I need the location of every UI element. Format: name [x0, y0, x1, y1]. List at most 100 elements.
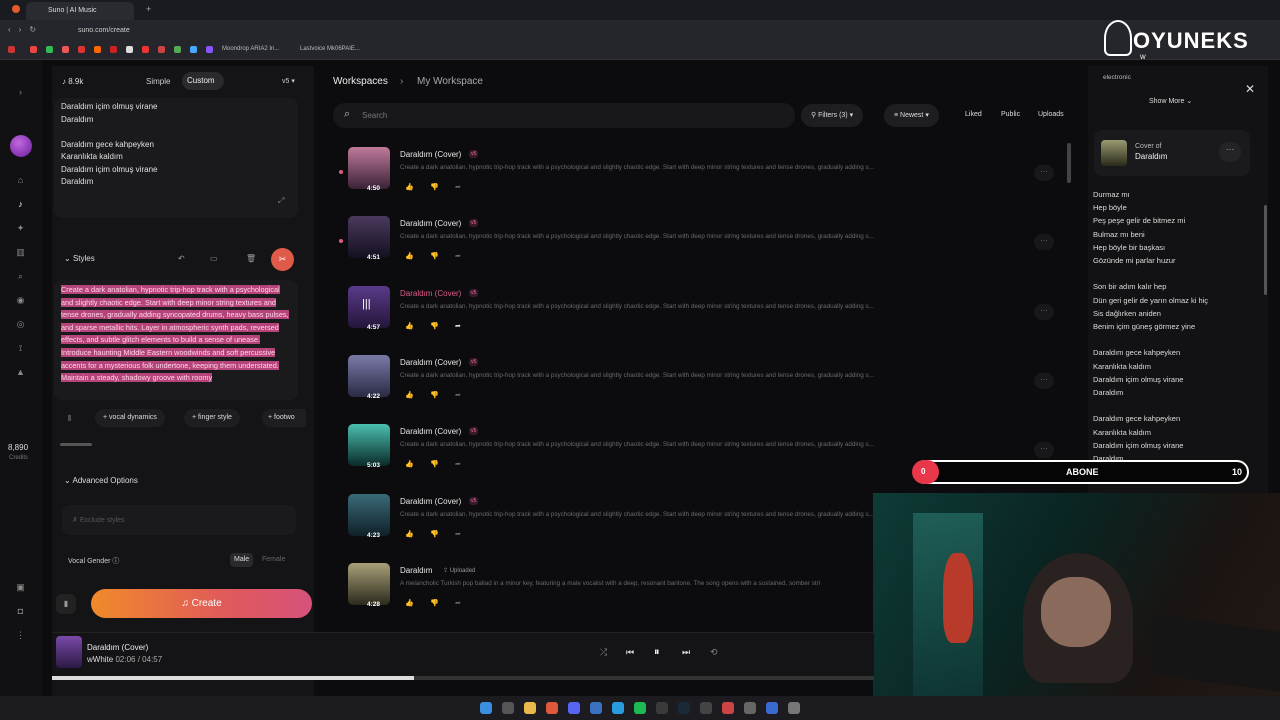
discord-icon[interactable]: [568, 702, 580, 714]
close-icon[interactable]: ✕: [1245, 82, 1255, 96]
bookmark-icon[interactable]: [94, 46, 101, 53]
dislike-icon[interactable]: 👎: [430, 530, 439, 538]
app-icon[interactable]: [656, 702, 668, 714]
share-icon[interactable]: ➦: [455, 391, 461, 399]
bookmark-icon[interactable]: [110, 46, 117, 53]
library-icon[interactable]: ▥: [15, 247, 26, 258]
bookmark-icon[interactable]: [30, 46, 37, 53]
avatar[interactable]: [10, 135, 32, 157]
share-icon[interactable]: ➦: [455, 322, 461, 330]
chip-finger-style[interactable]: + finger style: [184, 409, 240, 427]
new-tab-icon[interactable]: +: [146, 4, 151, 14]
share-icon[interactable]: ➦: [455, 252, 461, 260]
dislike-icon[interactable]: 👎: [430, 391, 439, 399]
song-cover[interactable]: [348, 216, 390, 259]
chip-footwork[interactable]: + footwo: [262, 409, 306, 427]
bookmark-icon[interactable]: [126, 46, 133, 53]
version-select[interactable]: v5 ▾: [282, 77, 295, 85]
app-icon[interactable]: [766, 702, 778, 714]
bookmark-icon[interactable]: [62, 46, 69, 53]
next-icon[interactable]: ⏭: [682, 647, 690, 658]
now-playing-cover[interactable]: [56, 636, 82, 668]
clear-icon[interactable]: ▮: [56, 594, 76, 614]
song-title[interactable]: Daraldım (Cover): [400, 427, 461, 436]
song-more-icon[interactable]: …: [1034, 165, 1054, 181]
now-playing-title[interactable]: Daraldım (Cover): [87, 643, 148, 652]
dislike-icon[interactable]: 👎: [430, 599, 439, 607]
female-option[interactable]: Female: [262, 556, 285, 563]
expand-lyrics-icon[interactable]: ⤢: [278, 196, 284, 206]
radio-icon[interactable]: ⟟: [15, 343, 26, 354]
home-icon[interactable]: ⌂: [15, 175, 26, 186]
bookmark-icon[interactable]: [8, 46, 15, 53]
url-field[interactable]: suno.com/create: [78, 27, 130, 34]
show-more-button[interactable]: Show More ⌄: [1149, 97, 1192, 105]
like-icon[interactable]: 👍: [405, 322, 414, 330]
dislike-icon[interactable]: 👎: [430, 183, 439, 191]
previous-icon[interactable]: ⏮: [626, 647, 634, 658]
song-title[interactable]: Daraldım (Cover): [400, 497, 461, 506]
like-icon[interactable]: 👍: [405, 460, 414, 468]
song-cover[interactable]: [348, 354, 390, 397]
song-list-scrollbar[interactable]: [1067, 143, 1071, 183]
song-cover[interactable]: [348, 147, 390, 189]
uploads-filter[interactable]: Uploads: [1038, 111, 1064, 118]
song-cover[interactable]: [348, 493, 390, 536]
search-taskbar-icon[interactable]: [502, 702, 514, 714]
delete-style-icon[interactable]: 🗑: [246, 254, 256, 263]
breadcrumb-root[interactable]: Workspaces: [333, 76, 388, 87]
like-icon[interactable]: 👍: [405, 599, 414, 607]
browser-tab[interactable]: Suno | AI Music: [26, 2, 134, 20]
cover-title[interactable]: Daraldım: [1135, 152, 1167, 161]
bookmark-moondrop[interactable]: Moondrop ARIA2 In...: [222, 46, 279, 52]
like-icon[interactable]: 👍: [405, 252, 414, 260]
now-playing-artist[interactable]: wWhite: [87, 655, 113, 664]
shuffle-icon[interactable]: ⤮: [600, 647, 607, 658]
mode-custom[interactable]: Custom: [182, 72, 224, 90]
styles-header[interactable]: ⌄ Styles: [64, 254, 95, 263]
like-icon[interactable]: 👍: [405, 391, 414, 399]
create-icon[interactable]: ♪: [15, 199, 26, 210]
bookmark-icon[interactable]: [46, 46, 53, 53]
pause-icon[interactable]: ⏸: [654, 646, 660, 659]
filters-button[interactable]: ⚲ Filters (3) ▾: [801, 104, 864, 127]
steam-icon[interactable]: [678, 702, 690, 714]
share-icon[interactable]: ➦: [455, 183, 461, 191]
public-filter[interactable]: Public: [1001, 111, 1020, 118]
app-icon[interactable]: [590, 702, 602, 714]
help-icon[interactable]: ◘: [15, 606, 26, 617]
search-input[interactable]: [333, 103, 795, 128]
expand-sidebar-icon[interactable]: ›: [15, 87, 26, 98]
chrome-icon[interactable]: [546, 702, 558, 714]
like-icon[interactable]: 👍: [405, 530, 414, 538]
mode-simple[interactable]: Simple: [146, 77, 170, 86]
dislike-icon[interactable]: 👎: [430, 322, 439, 330]
app-icon[interactable]: [788, 702, 800, 714]
share-icon[interactable]: ➦: [455, 460, 461, 468]
telegram-icon[interactable]: [612, 702, 624, 714]
bookmark-lastvoice[interactable]: Lastvoice Mk06PAIE...: [300, 46, 360, 52]
nav-arrows-icon[interactable]: ‹›↻: [8, 25, 44, 34]
breadcrumb-current[interactable]: My Workspace: [417, 76, 483, 87]
song-cover[interactable]: [348, 562, 390, 605]
dislike-icon[interactable]: 👎: [430, 460, 439, 468]
sort-button[interactable]: ≡ Newest ▾: [884, 104, 939, 127]
share-icon[interactable]: ➦: [455, 530, 461, 538]
song-row[interactable]: 4:22 Daraldım (Cover) v5 Create a dark anat…: [338, 353, 1058, 413]
spotify-icon[interactable]: [634, 702, 646, 714]
bookmark-icon[interactable]: [174, 46, 181, 53]
song-cover[interactable]: [348, 424, 390, 467]
song-more-icon[interactable]: …: [1034, 442, 1054, 459]
create-button[interactable]: ♫ Create: [91, 589, 312, 618]
song-row[interactable]: 4:50 Daraldım (Cover) v5 Create a dark anat…: [338, 145, 1058, 205]
chips-scrollbar[interactable]: [60, 443, 92, 446]
song-row[interactable]: ||| 4:57 Daraldım (Cover) v5 Create a dark a…: [338, 284, 1058, 344]
hooks-icon[interactable]: ◉: [15, 295, 26, 306]
bookmark-icon[interactable]: [142, 46, 149, 53]
app-icon[interactable]: [744, 702, 756, 714]
app-icon[interactable]: [700, 702, 712, 714]
share-icon[interactable]: ➦: [455, 599, 461, 607]
gift-icon[interactable]: ▣: [15, 582, 26, 593]
more-options-icon[interactable]: …: [1219, 142, 1241, 162]
app-icon[interactable]: [722, 702, 734, 714]
